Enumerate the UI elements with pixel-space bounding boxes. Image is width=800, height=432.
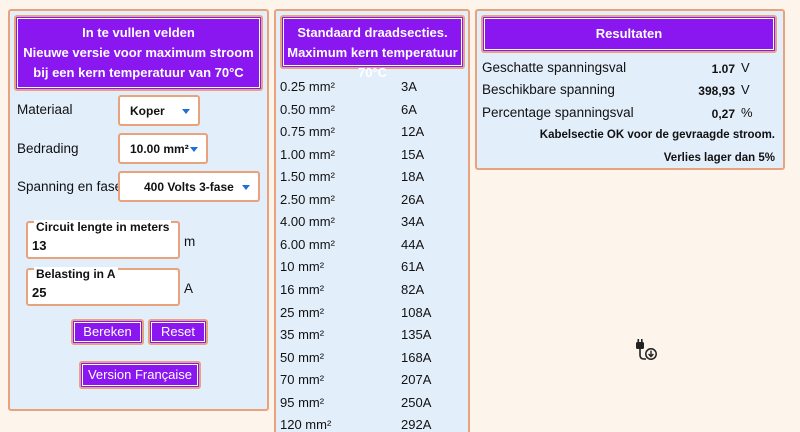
voltage-value: 400 Volts 3-fase <box>144 179 234 194</box>
wire-section-size: 70 mm² <box>280 372 325 388</box>
wire-section-size: 95 mm² <box>280 394 325 410</box>
wire-section-amps: 168A <box>401 349 432 365</box>
percentage-drop-label: Percentage spanningsval <box>482 105 634 120</box>
wire-section-size: 120 mm² <box>280 417 332 432</box>
wire-section-amps: 292A <box>401 417 432 432</box>
wire-section-row: 95 mm² 250A <box>280 392 466 415</box>
plug-icon <box>633 338 659 362</box>
wire-section-row: 1.50 mm² 18A <box>280 166 466 189</box>
wire-section-amps: 82A <box>401 281 425 297</box>
voltage-drop-unit: V <box>741 60 750 75</box>
wire-section-row: 0.75 mm² 12A <box>280 121 466 144</box>
results-panel: Resultaten Geschatte spanningsval 1.07 V… <box>475 9 785 170</box>
wire-section-row: 2.50 mm² 26A <box>280 189 466 212</box>
wire-section-amps: 15A <box>401 146 425 162</box>
results-header: Resultaten <box>481 15 777 53</box>
wire-section-row: 0.50 mm² 6A <box>280 99 466 122</box>
chevron-down-icon <box>242 184 250 190</box>
material-label: Materiaal <box>17 102 73 117</box>
wire-section-amps: 135A <box>401 327 432 343</box>
header-line: Nieuwe versie voor maximum stroom <box>23 45 254 60</box>
load-value[interactable]: 25 <box>32 285 46 300</box>
wire-section-amps: 18A <box>401 169 425 185</box>
percentage-drop-value: 0,27 <box>711 107 735 121</box>
header-line: bij een kern temperatuur van 70°C <box>33 65 244 80</box>
available-voltage-label: Beschikbare spanning <box>482 82 615 97</box>
wiring-value: 10.00 mm² <box>130 141 189 156</box>
voltage-drop-value: 1.07 <box>711 62 735 76</box>
wire-section-size: 0.75 mm² <box>280 124 335 140</box>
available-voltage-unit: V <box>741 82 750 97</box>
voltage-label: Spanning en fase <box>17 179 123 194</box>
wire-section-amps: 6A <box>401 101 417 117</box>
wiring-label: Bedrading <box>17 141 79 156</box>
percentage-drop-unit: % <box>741 105 753 120</box>
input-panel: In te vullen velden Nieuwe versie voor m… <box>8 9 269 411</box>
french-version-button[interactable]: Version Française <box>79 361 201 389</box>
chevron-down-icon <box>190 146 198 152</box>
voltage-select[interactable]: 400 Volts 3-fase <box>118 171 260 202</box>
load-legend: Belasting in A <box>34 267 118 281</box>
header-line: In te vullen velden <box>82 25 195 40</box>
wire-sections-header: Standaard draadsecties. Maximum kern tem… <box>280 15 465 80</box>
wire-section-size: 1.50 mm² <box>280 169 335 185</box>
wire-section-size: 1.00 mm² <box>280 146 335 162</box>
wire-section-size: 2.50 mm² <box>280 191 335 207</box>
wire-section-size: 4.00 mm² <box>280 214 335 230</box>
circuit-length-legend: Circuit lengte in meters <box>34 220 172 234</box>
wire-section-amps: 3A <box>401 79 417 94</box>
wire-section-amps: 12A <box>401 124 425 140</box>
wire-section-amps: 34A <box>401 214 425 230</box>
circuit-length-unit: m <box>184 234 196 249</box>
wire-section-row: 35 mm² 135A <box>280 324 466 347</box>
circuit-length-field[interactable]: Circuit lengte in meters 13 <box>26 220 180 259</box>
header-line: Standaard draadsecties. <box>297 25 448 40</box>
wire-section-row: 10 mm² 61A <box>280 256 466 279</box>
chevron-down-icon <box>182 108 190 114</box>
wire-section-row: 50 mm² 168A <box>280 347 466 370</box>
material-select[interactable]: Koper <box>118 95 200 126</box>
wire-section-size: 25 mm² <box>280 304 325 320</box>
wire-section-size: 16 mm² <box>280 281 325 297</box>
wire-section-amps: 26A <box>401 191 425 207</box>
circuit-length-value[interactable]: 13 <box>32 238 46 253</box>
wire-sections-panel: Standaard draadsecties. Maximum kern tem… <box>274 9 470 432</box>
input-panel-header: In te vullen velden Nieuwe versie voor m… <box>14 15 263 91</box>
material-value: Koper <box>130 103 165 118</box>
wire-section-size: 10 mm² <box>280 259 325 275</box>
wire-section-row: 0.25 mm² 3A <box>280 76 466 99</box>
wire-section-row: 70 mm² 207A <box>280 369 466 392</box>
wire-section-row: 16 mm² 82A <box>280 279 466 302</box>
voltage-drop-label: Geschatte spanningsval <box>482 60 627 75</box>
wire-section-row: 120 mm² 292A <box>280 414 466 432</box>
load-unit: A <box>184 281 194 296</box>
loss-message: Verlies lager dan 5% <box>663 152 775 164</box>
wire-section-amps: 207A <box>401 372 432 388</box>
wire-section-row: 25 mm² 108A <box>280 302 466 325</box>
cable-ok-message: Kabelsectie OK voor de gevraagde stroom. <box>539 129 775 141</box>
wire-section-size: 35 mm² <box>280 327 325 343</box>
wire-section-row: 6.00 mm² 44A <box>280 234 466 257</box>
wire-section-size: 50 mm² <box>280 349 325 365</box>
wire-section-size: 0.25 mm² <box>280 79 335 94</box>
wire-section-size: 6.00 mm² <box>280 236 335 252</box>
reset-button[interactable]: Reset <box>148 319 208 345</box>
calculate-button[interactable]: Bereken <box>71 319 144 345</box>
wire-section-amps: 250A <box>401 394 432 410</box>
wire-section-row: 1.00 mm² 15A <box>280 144 466 167</box>
wire-section-amps: 44A <box>401 236 425 252</box>
wiring-select[interactable]: 10.00 mm² <box>118 133 208 164</box>
wire-section-row: 4.00 mm² 34A <box>280 211 466 234</box>
wire-section-size: 0.50 mm² <box>280 101 335 117</box>
load-field[interactable]: Belasting in A 25 <box>26 267 180 306</box>
available-voltage-value: 398,93 <box>698 84 735 98</box>
wire-section-amps: 108A <box>401 304 432 320</box>
wire-section-amps: 61A <box>401 259 425 275</box>
